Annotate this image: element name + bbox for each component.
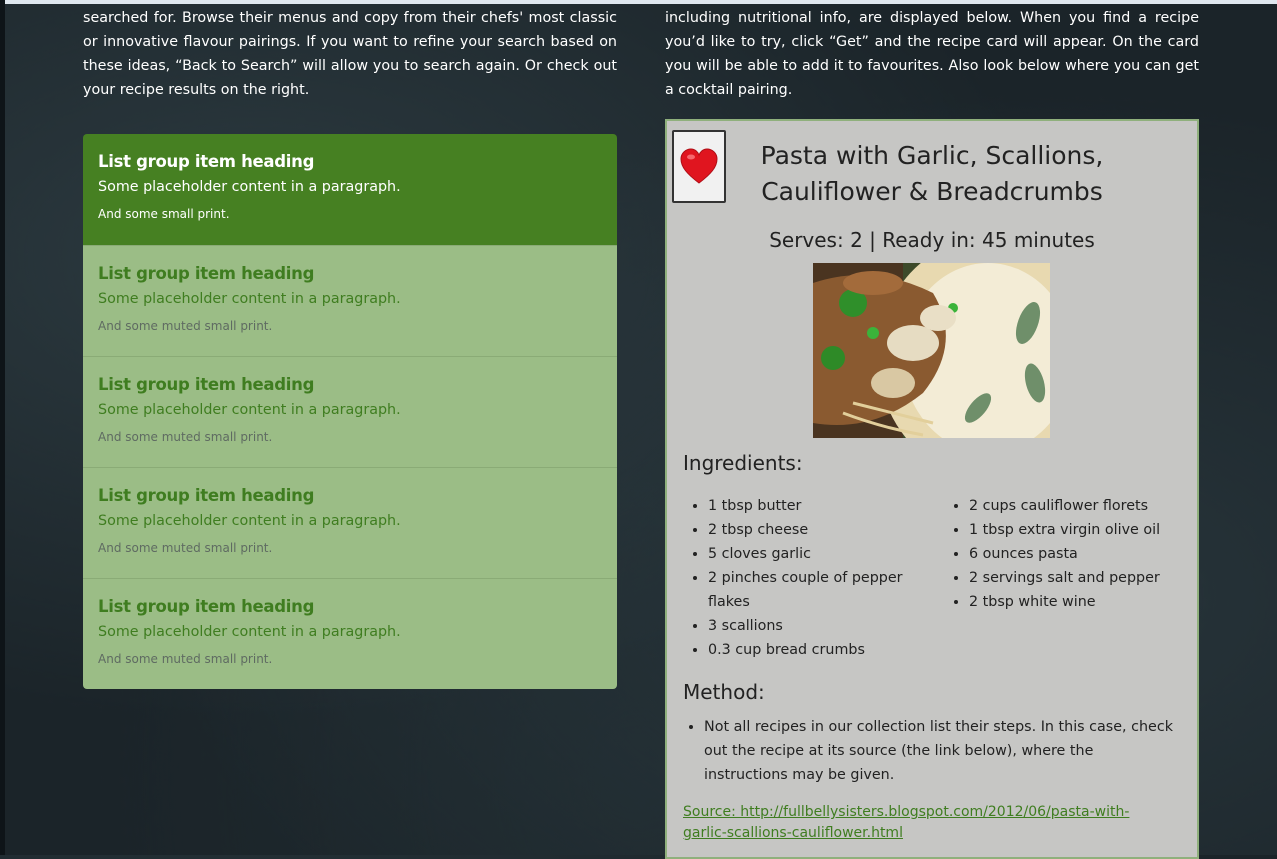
add-favourite-button[interactable] (672, 130, 726, 203)
method-list: Not all recipes in our collection list t… (680, 715, 1174, 787)
ingredients-list-left: 1 tbsp butter 2 tbsp cheese 5 cloves gar… (684, 494, 943, 662)
intro-text-left: searched for. Browse their menus and cop… (83, 10, 617, 98)
recipe-title: Pasta with Garlic, Scallions, Cauliflowe… (760, 141, 1104, 206)
list-item-small-print: And some muted small print. (98, 319, 273, 333)
ingredient-item: 1 tbsp extra virgin olive oil (969, 518, 1209, 542)
list-group-item[interactable]: List group item heading Some placeholder… (83, 467, 617, 578)
list-item-text: Some placeholder content in a paragraph. (98, 179, 401, 195)
intro-text-right: including nutritional info, are displaye… (665, 10, 1199, 98)
list-group-item[interactable]: List group item heading Some placeholder… (83, 356, 617, 467)
list-group-item-active[interactable]: List group item heading Some placeholder… (83, 134, 617, 245)
ingredient-item: 2 cups cauliflower florets (969, 494, 1209, 518)
ingredient-item: 0.3 cup bread crumbs (708, 638, 943, 662)
list-group-item[interactable]: List group item heading Some placeholder… (83, 245, 617, 356)
list-item-text: Some placeholder content in a paragraph. (98, 402, 401, 418)
ingredient-item: 3 scallions (708, 614, 943, 638)
list-item-small-print: And some muted small print. (98, 541, 273, 555)
list-item-small-print: And some small print. (98, 207, 230, 221)
list-item-text: Some placeholder content in a paragraph. (98, 624, 401, 640)
list-group: List group item heading Some placeholder… (83, 134, 617, 689)
method-heading: Method: (683, 680, 765, 704)
ingredients-heading: Ingredients: (683, 451, 803, 475)
ingredient-item: 6 ounces pasta (969, 542, 1209, 566)
list-item-heading: List group item heading (98, 597, 315, 616)
ingredient-item: 2 pinches couple of pepper flakes (708, 566, 943, 614)
list-item-heading: List group item heading (98, 486, 315, 505)
list-item-text: Some placeholder content in a paragraph. (98, 291, 401, 307)
ingredient-item: 2 servings salt and pepper (969, 566, 1209, 590)
list-group-item[interactable]: List group item heading Some placeholder… (83, 578, 617, 689)
recipe-image (813, 263, 1050, 438)
list-item-small-print: And some muted small print. (98, 652, 273, 666)
list-item-text: Some placeholder content in a paragraph. (98, 513, 401, 529)
list-item-heading: List group item heading (98, 375, 315, 394)
heart-icon (680, 147, 718, 184)
recipe-card: Pasta with Garlic, Scallions, Cauliflowe… (665, 119, 1199, 859)
window-top-bar (0, 0, 1277, 4)
ingredient-item: 5 cloves garlic (708, 542, 943, 566)
ingredient-item: 2 tbsp white wine (969, 590, 1209, 614)
list-item-heading: List group item heading (98, 264, 315, 283)
recipe-serves-ready: Serves: 2 | Ready in: 45 minutes (769, 228, 1095, 252)
ingredients-list-right: 2 cups cauliflower florets 1 tbsp extra … (945, 494, 1209, 614)
list-item-small-print: And some muted small print. (98, 430, 273, 444)
recipe-source-link[interactable]: Source: http://fullbellysisters.blogspot… (683, 802, 1153, 844)
method-step: Not all recipes in our collection list t… (704, 715, 1174, 787)
window-left-edge (0, 0, 5, 855)
list-item-heading: List group item heading (98, 152, 315, 171)
ingredient-item: 2 tbsp cheese (708, 518, 943, 542)
ingredient-item: 1 tbsp butter (708, 494, 943, 518)
